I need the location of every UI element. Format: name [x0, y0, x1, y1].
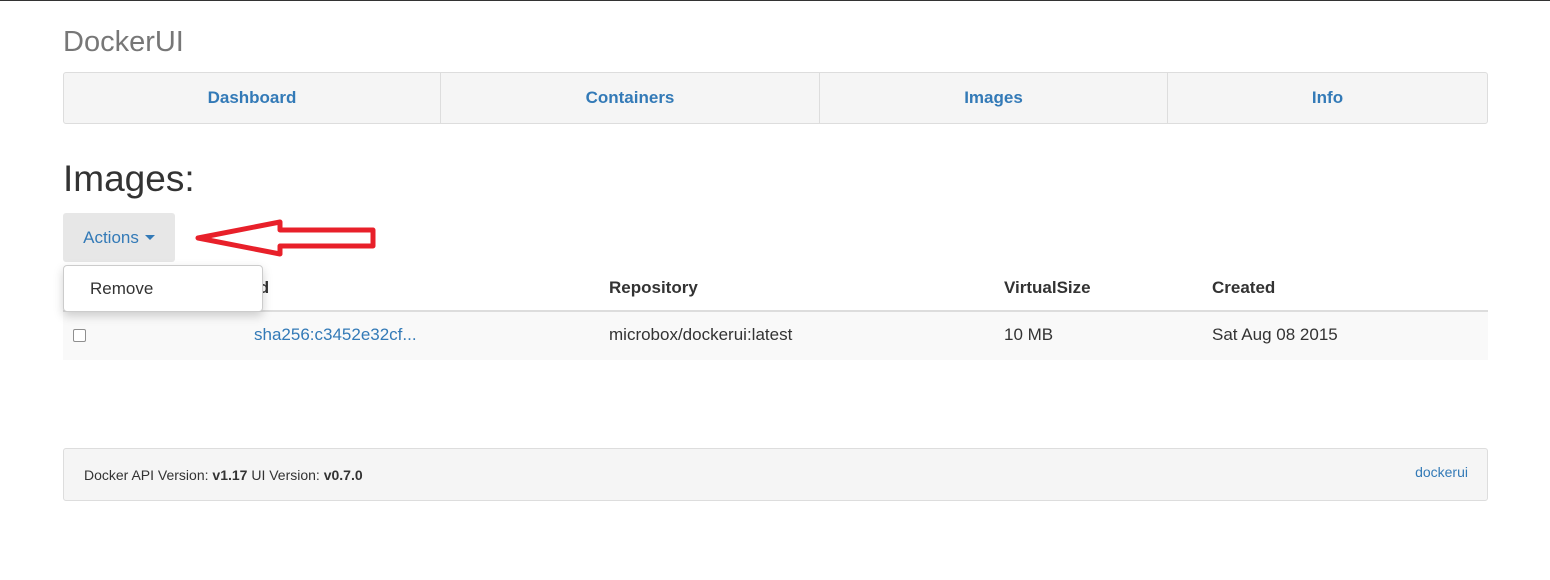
actions-dropdown-menu: Remove [63, 265, 263, 312]
api-version-label: Docker API Version: [84, 467, 209, 483]
footer-version-info: Docker API Version: v1.17 UI Version: v0… [84, 467, 363, 483]
column-header-virtualsize[interactable]: VirtualSize [1004, 278, 1091, 298]
actions-dropdown-button[interactable]: Actions [63, 213, 175, 262]
nav-containers[interactable]: Containers [441, 73, 820, 123]
table-header: Id Repository VirtualSize Created [63, 264, 1488, 312]
nav-info[interactable]: Info [1168, 73, 1487, 123]
row-checkbox[interactable] [73, 329, 86, 342]
footer: Docker API Version: v1.17 UI Version: v0… [63, 448, 1488, 501]
column-header-created[interactable]: Created [1212, 278, 1275, 298]
image-created: Sat Aug 08 2015 [1212, 325, 1338, 344]
column-header-repository[interactable]: Repository [609, 278, 698, 298]
image-repository: microbox/dockerui:latest [609, 325, 793, 344]
window-top-border [0, 0, 1550, 1]
actions-button-label: Actions [83, 227, 139, 247]
annotation-arrow-icon [195, 219, 376, 257]
nav-images[interactable]: Images [820, 73, 1168, 123]
images-table: Id Repository VirtualSize Created sha256… [63, 264, 1488, 360]
ui-version-value: v0.7.0 [323, 467, 363, 483]
ui-version-label: UI Version: [251, 467, 320, 483]
caret-down-icon [144, 235, 155, 240]
menu-item-remove[interactable]: Remove [90, 279, 153, 299]
image-virtual-size: 10 MB [1004, 325, 1054, 344]
image-id-link[interactable]: sha256:c3452e32cf... [254, 325, 417, 345]
footer-dockerui-link[interactable]: dockerui [1415, 464, 1468, 480]
table-row: sha256:c3452e32cf... microbox/dockerui:l… [63, 312, 1488, 360]
nav-dashboard[interactable]: Dashboard [64, 73, 441, 123]
app-brand[interactable]: DockerUI [63, 24, 184, 60]
main-nav: Dashboard Containers Images Info [63, 72, 1488, 124]
page-title: Images: [63, 158, 195, 199]
api-version-value: v1.17 [212, 467, 248, 483]
